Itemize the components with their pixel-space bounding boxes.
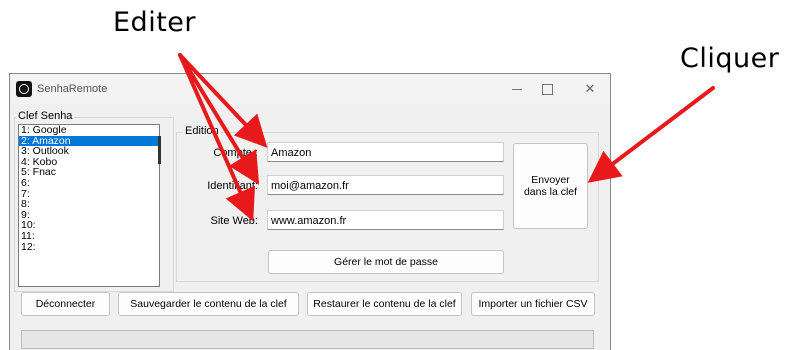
- arrow-to-compte: [178, 53, 268, 148]
- annotation-arrows: [178, 53, 715, 222]
- arrow-to-send-button: [587, 86, 715, 183]
- arrow-to-identifiant: [178, 53, 260, 185]
- arrow-to-site-web: [178, 53, 255, 222]
